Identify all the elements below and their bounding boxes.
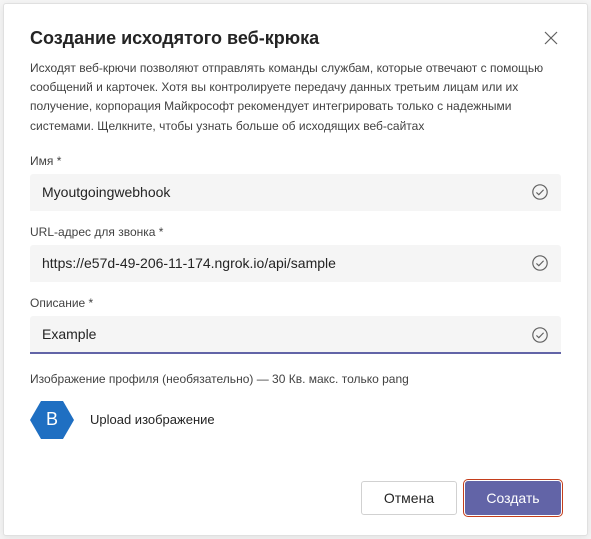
url-label: URL-адрес для звонка * [30, 225, 561, 239]
description-input-wrap [30, 316, 561, 354]
name-label: Имя * [30, 154, 561, 168]
dialog-title: Создание исходятого веб-крюка [30, 28, 319, 49]
avatar[interactable]: B [30, 398, 74, 442]
cancel-button[interactable]: Отмена [361, 481, 457, 515]
create-button[interactable]: Создать [465, 481, 561, 515]
check-icon [531, 254, 549, 272]
create-webhook-dialog: Создание исходятого веб-крюка Исходят ве… [3, 3, 588, 536]
url-field-group: URL-адрес для звонка * [30, 225, 561, 282]
url-input-wrap [30, 245, 561, 282]
dialog-footer: Отмена Создать [30, 465, 561, 515]
dialog-header: Создание исходятого веб-крюка [30, 28, 561, 49]
avatar-letter: B [46, 409, 58, 430]
check-icon [531, 326, 549, 344]
close-icon [544, 31, 558, 45]
check-icon [531, 183, 549, 201]
description-field-group: Описание * [30, 296, 561, 354]
profile-image-label: Изображение профиля (необязательно) — 30… [30, 372, 561, 386]
profile-row: B Upload изображение [30, 398, 561, 442]
description-input[interactable] [30, 316, 561, 354]
profile-image-section: Изображение профиля (необязательно) — 30… [30, 372, 561, 442]
dialog-description: Исходят веб-крючи позволяют отправлять к… [30, 59, 561, 136]
name-input-wrap [30, 174, 561, 211]
name-field-group: Имя * [30, 154, 561, 211]
upload-image-link[interactable]: Upload изображение [90, 412, 215, 427]
close-button[interactable] [541, 28, 561, 48]
name-input[interactable] [30, 174, 561, 211]
description-label: Описание * [30, 296, 561, 310]
url-input[interactable] [30, 245, 561, 282]
